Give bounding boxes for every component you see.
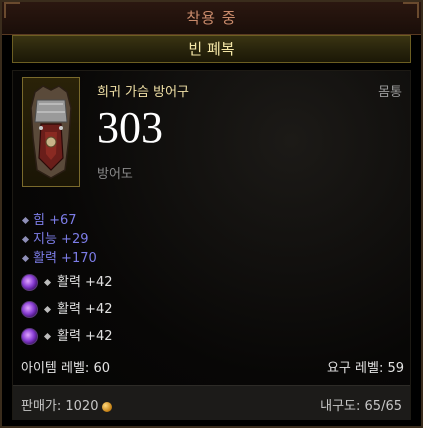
sell-price-label: 판매가: 1020 bbox=[21, 399, 99, 414]
socket-row: 활력 +42 bbox=[21, 299, 113, 321]
socket-label: 활력 +42 bbox=[57, 302, 113, 317]
stat-intelligence: 지능 +29 bbox=[21, 231, 89, 248]
stat-vitality: 활력 +170 bbox=[21, 250, 97, 267]
tooltip-footer: 판매가: 1020 내구도: 65/65 bbox=[13, 385, 410, 420]
item-name: 빈 폐복 bbox=[188, 40, 235, 58]
purple-gem-icon bbox=[21, 328, 38, 345]
armor-value: 303 bbox=[97, 103, 163, 152]
diamond-bullet-icon bbox=[43, 305, 52, 313]
purple-gem-icon bbox=[21, 301, 38, 318]
tooltip-body: 희귀 가슴 방어구 몸통 303 방어도 힘 +67 지능 +29 활력 +17… bbox=[12, 70, 411, 420]
level-row: 아이템 레벨: 60 요구 레벨: 59 bbox=[21, 357, 404, 376]
diamond-bullet-icon bbox=[21, 235, 30, 243]
sell-price: 판매가: 1020 bbox=[21, 395, 113, 414]
gold-coin-icon bbox=[102, 401, 113, 412]
diamond-bullet-icon bbox=[43, 332, 52, 340]
diamond-bullet-icon bbox=[21, 216, 30, 224]
socket-label: 활력 +42 bbox=[57, 329, 113, 344]
item-type: 희귀 가슴 방어구 bbox=[97, 85, 189, 100]
diamond-bullet-icon bbox=[43, 278, 52, 286]
stat-label: 힘 +67 bbox=[33, 213, 77, 228]
socket-row: 활력 +42 bbox=[21, 272, 113, 294]
stat-label: 활력 +170 bbox=[33, 251, 97, 266]
item-level: 아이템 레벨: 60 bbox=[21, 361, 110, 376]
socket-label: 활력 +42 bbox=[57, 275, 113, 290]
stat-label: 지능 +29 bbox=[33, 232, 89, 247]
purple-gem-icon bbox=[21, 274, 38, 291]
diamond-bullet-icon bbox=[21, 254, 30, 262]
durability: 내구도: 65/65 bbox=[320, 399, 402, 414]
required-level: 요구 레벨: 59 bbox=[326, 361, 404, 376]
item-name-bar: 빈 폐복 bbox=[12, 35, 411, 63]
item-slot: 몸통 bbox=[378, 85, 402, 100]
item-tooltip: 착용 중 빈 폐복 희귀 가슴 방어구 몸통 303 방어도 힘 +67 지능 … bbox=[0, 0, 423, 428]
stat-strength: 힘 +67 bbox=[21, 212, 77, 229]
socket-row: 활력 +42 bbox=[21, 326, 113, 348]
tooltip-header: 착용 중 bbox=[2, 2, 421, 35]
armor-label: 방어도 bbox=[97, 167, 133, 182]
equipped-label: 착용 중 bbox=[186, 9, 237, 27]
chest-armor-icon bbox=[22, 77, 80, 187]
